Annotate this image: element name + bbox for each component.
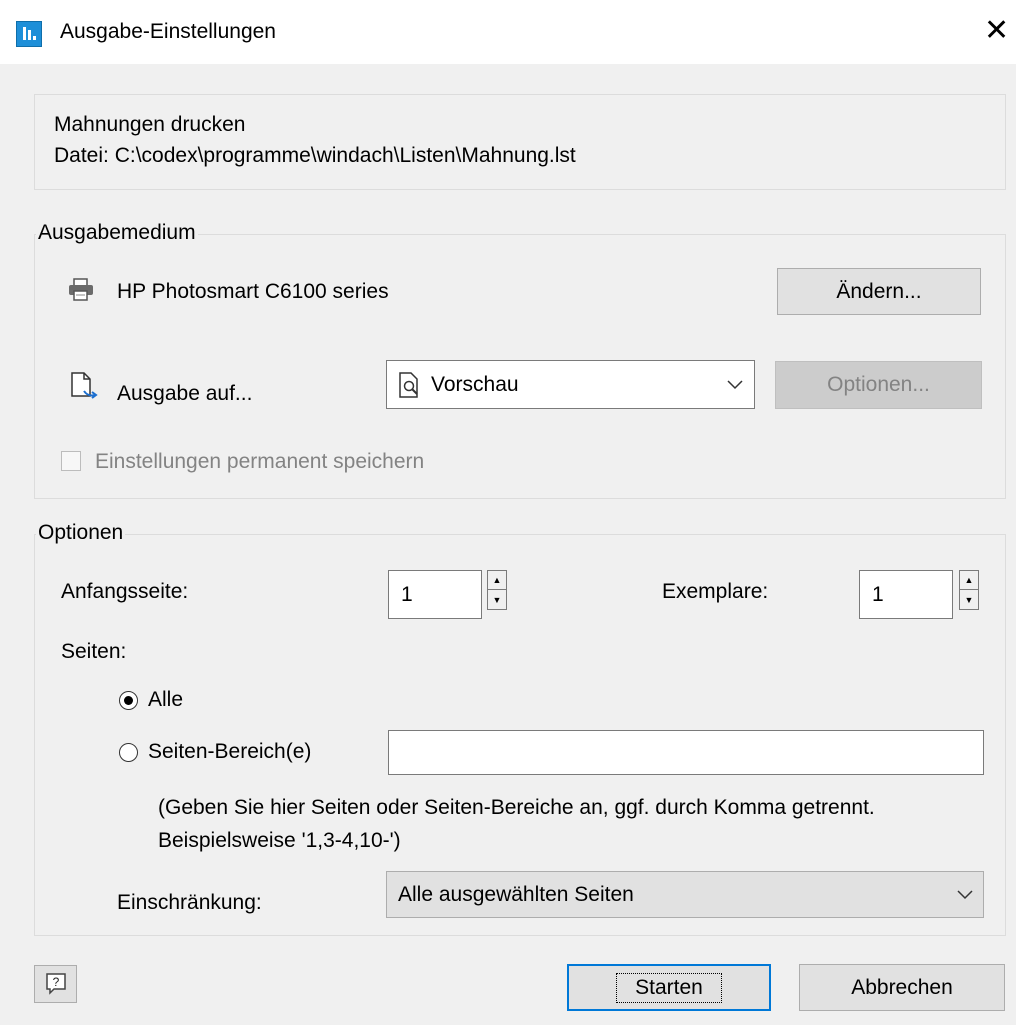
output-label: Ausgabe auf...: [117, 382, 253, 405]
copies-input[interactable]: 1: [859, 570, 953, 619]
options-button[interactable]: Optionen...: [775, 361, 982, 409]
chevron-down-icon: [727, 380, 743, 390]
output-document-icon: [71, 372, 98, 399]
chevron-down-icon: [957, 890, 973, 900]
copies-spinner[interactable]: ▲ ▼: [959, 570, 979, 610]
change-printer-label: Ändern...: [836, 279, 922, 303]
range-hint-line1: (Geben Sie hier Seiten oder Seiten-Berei…: [158, 796, 875, 819]
printer-name: HP Photosmart C6100 series: [117, 280, 389, 303]
cancel-button[interactable]: Abbrechen: [799, 964, 1005, 1011]
help-button[interactable]: ?: [34, 965, 77, 1003]
start-button-label: Starten: [616, 972, 722, 1003]
page-range-input[interactable]: [388, 730, 984, 775]
spin-up-icon[interactable]: ▲: [488, 571, 506, 590]
report-name: Mahnungen drucken: [54, 113, 246, 136]
start-page-spinner[interactable]: ▲ ▼: [487, 570, 507, 610]
pages-label: Seiten:: [61, 640, 127, 663]
copies-label: Exemplare:: [662, 580, 769, 603]
svg-text:?: ?: [52, 975, 59, 989]
radio-all[interactable]: Alle: [119, 688, 183, 712]
save-settings-label: Einstellungen permanent speichern: [95, 450, 425, 473]
cancel-button-label: Abbrechen: [851, 975, 953, 999]
start-page-value: 1: [401, 582, 413, 606]
copies-value: 1: [872, 582, 884, 606]
radio-range-button[interactable]: [119, 742, 138, 762]
radio-all-label: Alle: [148, 688, 184, 711]
optionen-legend: Optionen: [36, 521, 126, 545]
spin-down-icon[interactable]: ▼: [960, 590, 978, 609]
output-target-select[interactable]: Vorschau: [386, 360, 755, 409]
restriction-value: Alle ausgewählten Seiten: [398, 882, 634, 906]
radio-all-button[interactable]: [119, 690, 138, 710]
change-printer-button[interactable]: Ändern...: [777, 268, 981, 315]
ausgabemedium-legend: Ausgabemedium: [36, 221, 198, 245]
radio-range-label: Seiten-Bereich(e): [148, 740, 312, 763]
start-page-input[interactable]: 1: [388, 570, 482, 619]
options-button-label: Optionen...: [827, 373, 930, 396]
close-icon[interactable]: ✕: [984, 16, 1009, 46]
output-target-value: Vorschau: [431, 372, 519, 396]
header-panel: Mahnungen drucken Datei: C:\codex\progra…: [34, 94, 1006, 190]
file-path: Datei: C:\codex\programme\windach\Listen…: [54, 144, 576, 167]
window-title: Ausgabe-Einstellungen: [60, 20, 276, 43]
help-icon: ?: [45, 973, 66, 995]
save-settings-checkbox[interactable]: [61, 451, 81, 471]
spin-up-icon[interactable]: ▲: [960, 571, 978, 590]
restriction-select[interactable]: Alle ausgewählten Seiten: [386, 871, 984, 918]
printer-icon: [69, 278, 93, 301]
preview-icon: [399, 371, 418, 398]
start-page-label: Anfangsseite:: [61, 580, 189, 603]
range-hint-line2: Beispielsweise '1,3-4,10-'): [158, 829, 401, 852]
title-bar: Ausgabe-Einstellungen ✕: [0, 0, 1016, 64]
radio-range[interactable]: Seiten-Bereich(e): [119, 740, 311, 764]
spin-down-icon[interactable]: ▼: [488, 590, 506, 609]
app-icon: [16, 21, 42, 47]
start-button[interactable]: Starten: [567, 964, 771, 1011]
restriction-label: Einschränkung:: [117, 891, 262, 914]
